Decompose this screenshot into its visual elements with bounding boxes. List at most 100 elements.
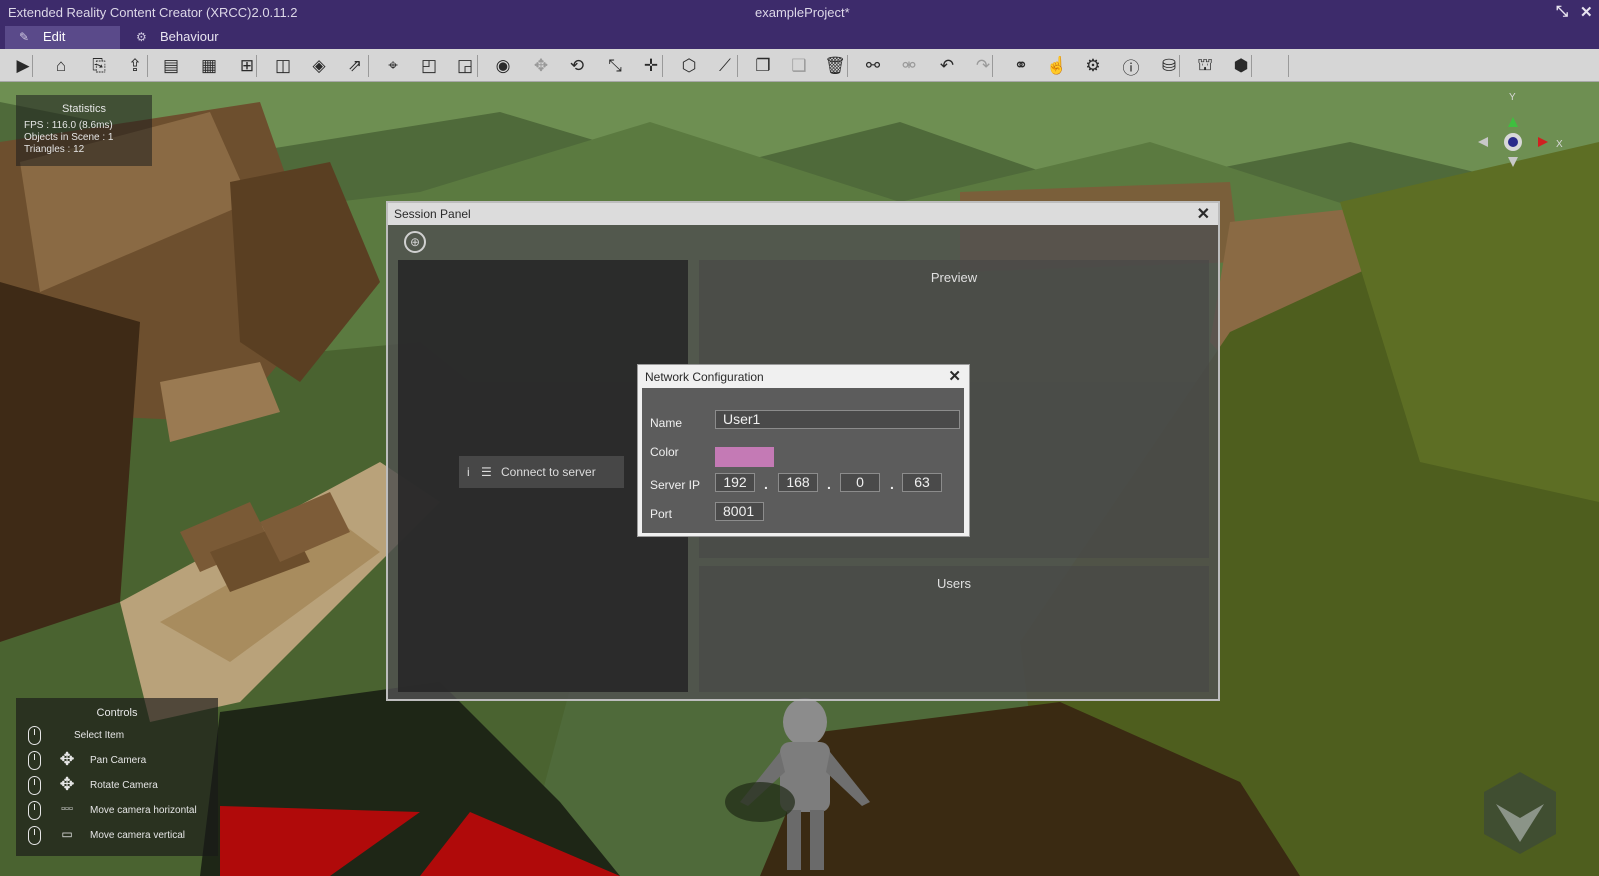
undo-icon[interactable]: ↶ [934,53,960,79]
toolbar-separator [847,55,848,77]
link-icon[interactable]: ⚯ [860,53,886,79]
share-icon[interactable]: ⚭ [1008,53,1034,79]
axis-x-label: X [1556,139,1563,150]
transform-icon[interactable]: ✛ [638,53,664,79]
unlink-icon[interactable]: ⚮ [896,53,922,79]
app-window: Extended Reality Content Creator (XRCC)2… [0,0,1599,876]
mouse-right-icon [28,776,41,795]
move-arrows-icon: ✥ [59,749,75,769]
statistics-panel: Statistics FPS : 116.0 (8.6ms) Objects i… [16,95,152,166]
view-icon[interactable]: ◉ [490,53,516,79]
title-bar: Extended Reality Content Creator (XRCC)2… [0,0,1599,25]
edit-icon: ✎ [19,30,30,44]
project-title: exampleProject* [755,5,850,20]
fps-readout: FPS : 116.0 (8.6ms) [24,120,113,131]
ip-dot: . [890,476,894,492]
triangles-count: Triangles : 12 [24,144,85,155]
network-configuration-title: Network Configuration [645,370,764,384]
controls-help-panel: Controls Select Item ✥ Pan Camera ✥ Rota… [16,698,218,856]
control-row-pan: ✥ Pan Camera [28,749,218,770]
preview-title: Preview [930,270,978,285]
network-globe-icon[interactable]: ⊕ [404,231,426,253]
port-label: Port [650,507,673,521]
save-icon[interactable]: ▤ [158,53,184,79]
asset-import-icon[interactable]: ◈ [306,53,332,79]
paste-icon[interactable]: ❑ [786,53,812,79]
restore-icon[interactable]: ⤡ [1556,3,1568,20]
toolbar-separator [662,55,663,77]
control-label: Pan Camera [90,755,147,766]
control-label: Select Item [74,730,125,741]
session-panel-header[interactable]: Session Panel ✕ [388,203,1218,225]
tab-behaviour[interactable]: ⚙ Behaviour [122,26,282,49]
control-label: Move camera vertical [90,830,186,841]
tab-behaviour-label: Behaviour [160,29,219,44]
copy-icon[interactable]: ❐ [750,53,776,79]
measure-icon[interactable]: ⟋ [712,53,738,79]
connect-to-server-button[interactable]: i ☰ Connect to server [459,456,624,488]
ip-octet-4-field[interactable]: 63 [902,473,942,492]
ip-dot: . [827,476,831,492]
toolbar-separator [1288,55,1289,77]
control-label: Move camera horizontal [90,805,197,816]
delete-icon[interactable]: 🗑 [822,53,848,79]
toolbar-separator [992,55,993,77]
ip-octet-1-field[interactable]: 192 [715,473,755,492]
rotate-icon[interactable]: ⟲ [564,53,590,79]
settings-icon[interactable]: ⚙ [1080,53,1106,79]
mouse-middle-icon [28,751,41,770]
tab-edit-label: Edit [43,29,66,44]
main-toolbar: ▶ ⌂ ⎘ ⇪ ▤ ▦ ⊞ ◫ ◈ ⇗ ⌖ ◰ ◲ ◉ ✥ ⟲ ⤡ ✛ ⬡ ⟋ ❐ ❑ 🗑 ⚯ ⚮ ↶ ↷ ⚭ ☝ ⚙ ⓘ ⛁ ⛫ ⬢ [0,49,1599,82]
mode-tab-bar: ✎ Edit ⚙ Behaviour [0,25,1599,49]
move-arrows-icon: ✥ [59,774,75,794]
toolbar-separator [32,55,33,77]
network-configuration-body: Name User1 Color Server IP 192 . 168 . 0… [642,388,964,533]
app-title: Extended Reality Content Creator (XRCC)2… [8,5,298,20]
toolbar-separator [368,55,369,77]
move-icon[interactable]: ✥ [528,53,554,79]
info-icon[interactable]: ⓘ [1118,53,1144,79]
save-as-icon[interactable]: ▦ [196,53,222,79]
port-field[interactable]: 8001 [715,502,764,521]
control-row-horizontal: ▫▫▫ Move camera horizontal [28,800,218,820]
users-pane: Users [699,566,1209,692]
name-field[interactable]: User1 [715,410,960,429]
connect-to-server-label: Connect to server [501,465,596,479]
control-row-rotate: ✥ Rotate Camera [28,774,218,795]
close-icon[interactable]: ✕ [1580,3,1593,21]
scale-icon[interactable]: ⤡ [602,53,628,79]
home-icon[interactable]: ⌂ [48,53,74,79]
toolbar-separator [1179,55,1180,77]
cube-add-icon[interactable]: ◲ [452,53,478,79]
asset-box-icon[interactable]: ◫ [270,53,296,79]
color-label: Color [650,445,679,459]
close-icon[interactable]: ✕ [1197,204,1210,224]
axis-gizmo[interactable] [1463,92,1563,182]
control-row-select: Select Item [28,725,218,745]
bounds-icon[interactable]: ⬡ [676,53,702,79]
toolbar-separator [147,55,148,77]
wasd-keys-icon: ▫▫▫ [61,803,73,815]
mouse-left-icon [28,726,41,745]
axis-y-label: Y [1509,92,1516,103]
color-swatch[interactable] [715,447,774,467]
statistics-title: Statistics [61,103,106,115]
open-icon[interactable]: ⇪ [122,53,148,79]
objects-count: Objects in Scene : 1 [24,132,114,143]
location-list-icon[interactable]: ⌖ [380,53,406,79]
new-scene-icon[interactable]: ⎘ [86,53,112,79]
ip-dot: . [764,476,768,492]
network-users-icon[interactable]: ⛫ [1192,53,1218,79]
toolbar-separator [737,55,738,77]
interaction-help-icon[interactable]: ☝ [1044,53,1070,79]
server-ip-label: Server IP [650,478,701,492]
cube-outline-icon[interactable]: ◰ [416,53,442,79]
export-icon[interactable]: ⇗ [342,53,368,79]
tab-edit[interactable]: ✎ Edit [5,26,120,49]
spacebar-icon: ▭ [61,827,73,841]
ip-octet-3-field[interactable]: 0 [840,473,880,492]
network-configuration-header[interactable]: Network Configuration ✕ [638,365,969,388]
session-panel-title: Session Panel [394,207,471,221]
close-icon[interactable]: ✕ [948,367,961,385]
ip-octet-2-field[interactable]: 168 [778,473,818,492]
